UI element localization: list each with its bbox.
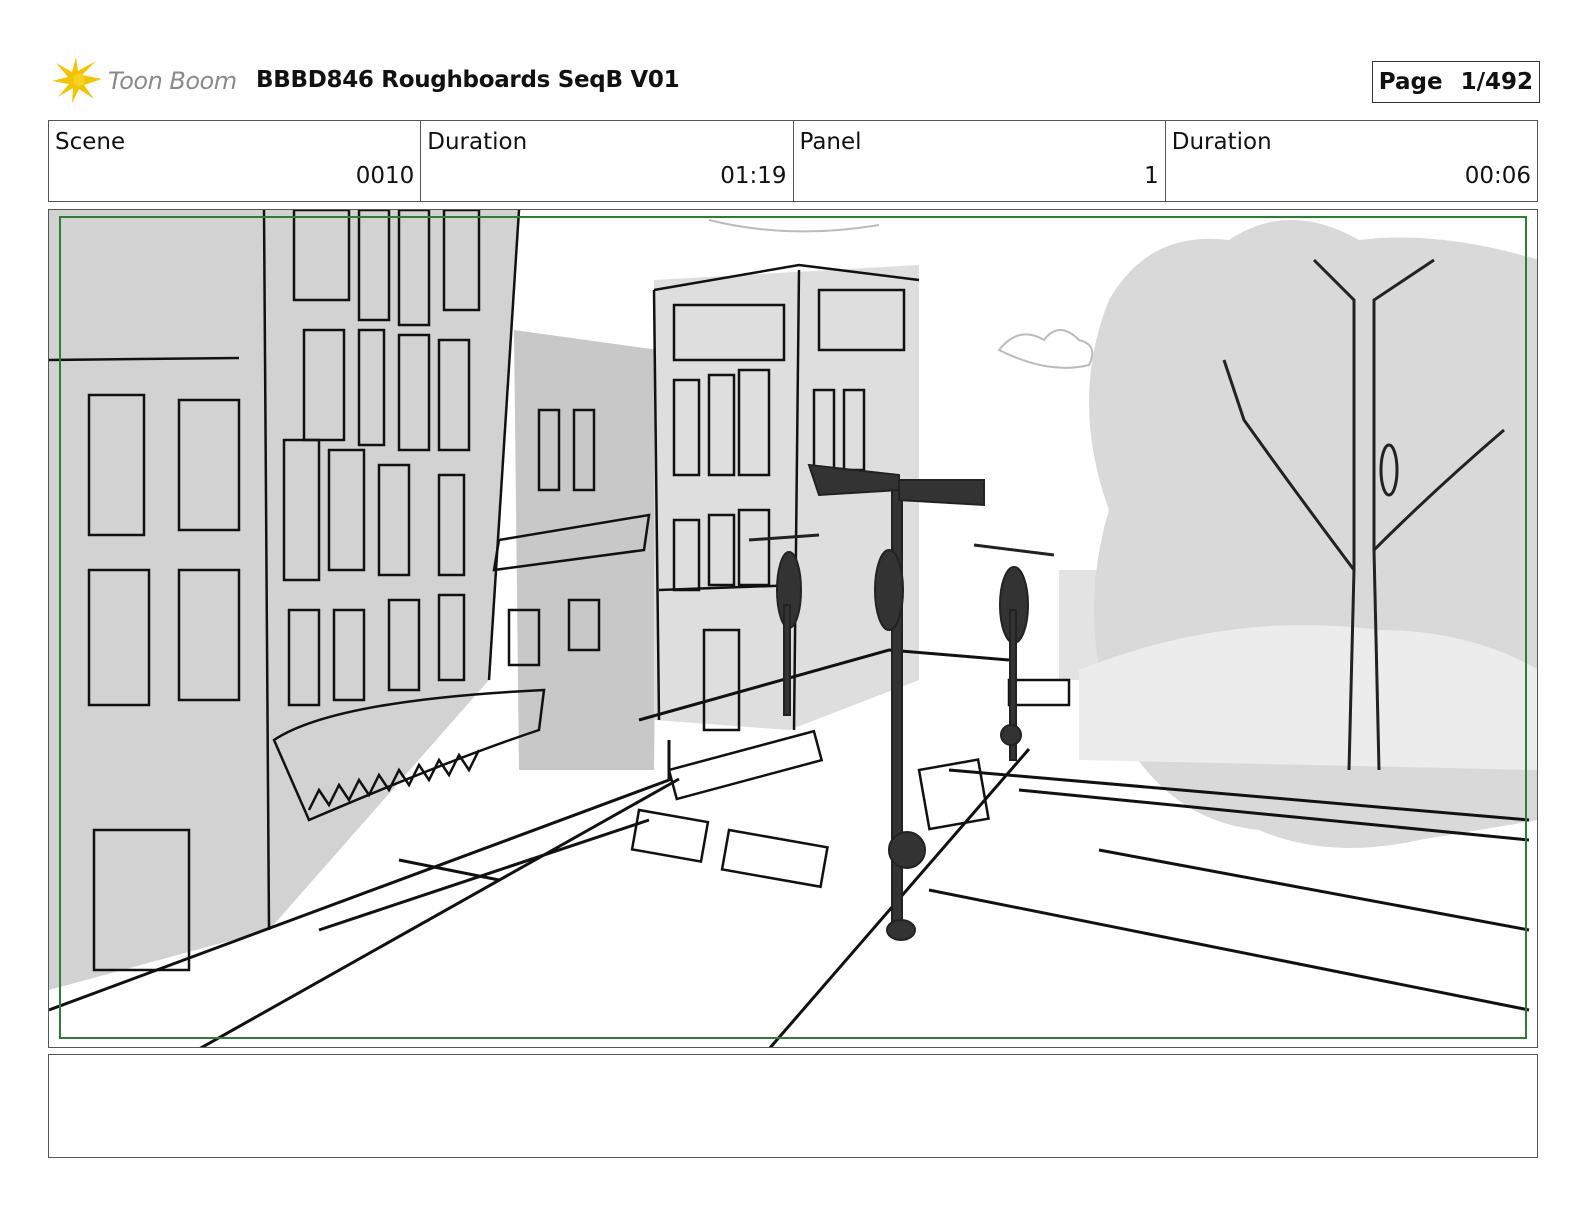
scene-duration-cell: Duration 01:19	[421, 121, 794, 201]
storyboard-header: Toon Boom BBBD846 Roughboards SeqB V01 P…	[50, 55, 1540, 107]
document-title: BBBD846 Roughboards SeqB V01	[256, 67, 680, 93]
scene-duration-label: Duration	[427, 129, 528, 155]
toon-boom-logo: Toon Boom	[52, 57, 242, 105]
scene-value: 0010	[355, 163, 415, 189]
panel-info-table: Scene 0010 Duration 01:19 Panel 1 Durati…	[48, 120, 1538, 202]
panel-label: Panel	[799, 129, 862, 155]
panel-notes-box[interactable]	[48, 1054, 1538, 1158]
scene-duration-value: 01:19	[720, 163, 787, 189]
storyboard-panel-image	[48, 209, 1538, 1048]
panel-cell: Panel 1	[794, 121, 1166, 201]
page-indicator: Page 1/492	[1371, 61, 1540, 103]
page-number: 1/492	[1460, 69, 1533, 95]
page-label: Page	[1378, 69, 1443, 95]
starburst-icon	[52, 57, 102, 103]
panel-value: 1	[1144, 163, 1159, 189]
scene-cell: Scene 0010	[49, 121, 422, 201]
panel-duration-cell: Duration 00:06	[1166, 121, 1537, 201]
scene-label: Scene	[55, 129, 126, 155]
panel-duration-value: 00:06	[1464, 163, 1531, 189]
panel-duration-label: Duration	[1171, 129, 1272, 155]
street-scene-sketch	[49, 210, 1537, 1047]
logo-text: Toon Boom	[108, 67, 237, 95]
